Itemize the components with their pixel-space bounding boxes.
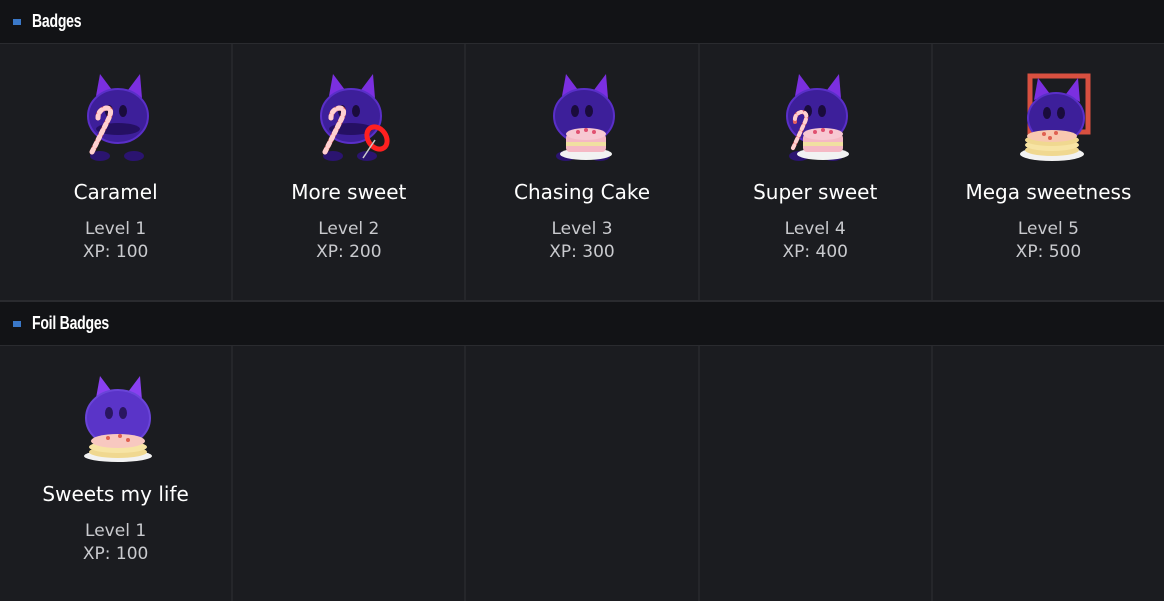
badge-xp: XP: 300 xyxy=(549,242,615,262)
badge-level: Level 1 xyxy=(85,521,147,541)
badge-xp: XP: 100 xyxy=(82,242,149,262)
badge-card[interactable]: Super sweet Level 4 XP: 400 xyxy=(699,44,933,300)
foil-badges-grid: Sweets my life Level 1 XP: 100 xyxy=(0,346,1164,601)
foil-badges-section-header: Foil Badges xyxy=(0,302,1164,346)
badge-card[interactable]: More sweet Level 2 XP: 200 xyxy=(233,44,467,300)
badge-card[interactable]: Chasing Cake Level 3 XP: 300 xyxy=(466,44,700,300)
cat-candy-cane-badge-icon xyxy=(86,74,149,161)
badge-xp: XP: 200 xyxy=(316,242,382,262)
badge-name: Mega sweetness xyxy=(965,180,1132,204)
foil-badges-section-title: Foil Badges xyxy=(32,313,110,333)
cat-candy-cane-pin-badge-icon xyxy=(319,74,390,161)
badge-name: Chasing Cake xyxy=(514,180,650,204)
section-bullet-icon xyxy=(13,18,21,25)
badge-level: Level 5 xyxy=(1017,219,1079,239)
empty-badge-slot xyxy=(932,346,1164,601)
badge-name: More sweet xyxy=(291,180,407,204)
badge-name: Super sweet xyxy=(753,180,878,204)
badge-xp: XP: 100 xyxy=(82,544,149,564)
empty-badge-slot xyxy=(466,346,700,601)
cat-pancake-frame-badge-icon xyxy=(1020,73,1091,161)
badge-card[interactable]: Mega sweetness Level 5 XP: 500 xyxy=(932,44,1164,300)
badge-xp: XP: 500 xyxy=(1015,242,1082,262)
badge-name: Caramel xyxy=(73,180,158,204)
badge-level: Level 2 xyxy=(318,219,380,239)
badge-xp: XP: 400 xyxy=(782,242,848,262)
section-bullet-icon xyxy=(13,320,21,327)
badge-card[interactable]: Sweets my life Level 1 XP: 100 xyxy=(0,346,234,601)
empty-badge-slot xyxy=(233,346,467,601)
cat-cake-badge-icon xyxy=(553,74,615,161)
badge-card[interactable]: Caramel Level 1 XP: 100 xyxy=(0,44,234,300)
badge-level: Level 1 xyxy=(85,219,147,239)
badge-name: Sweets my life xyxy=(42,482,189,506)
cat-pancake-foil-badge-icon xyxy=(83,376,152,462)
badge-level: Level 4 xyxy=(784,219,846,239)
badge-level: Level 3 xyxy=(551,219,613,239)
cat-cake-candy-cane-badge-icon xyxy=(786,74,850,161)
badges-grid: Caramel Level 1 XP: 100 More sweet Level… xyxy=(0,44,1164,300)
badges-section-header: Badges xyxy=(0,0,1164,44)
empty-badge-slot xyxy=(699,346,933,601)
badges-section-title: Badges xyxy=(32,11,82,31)
